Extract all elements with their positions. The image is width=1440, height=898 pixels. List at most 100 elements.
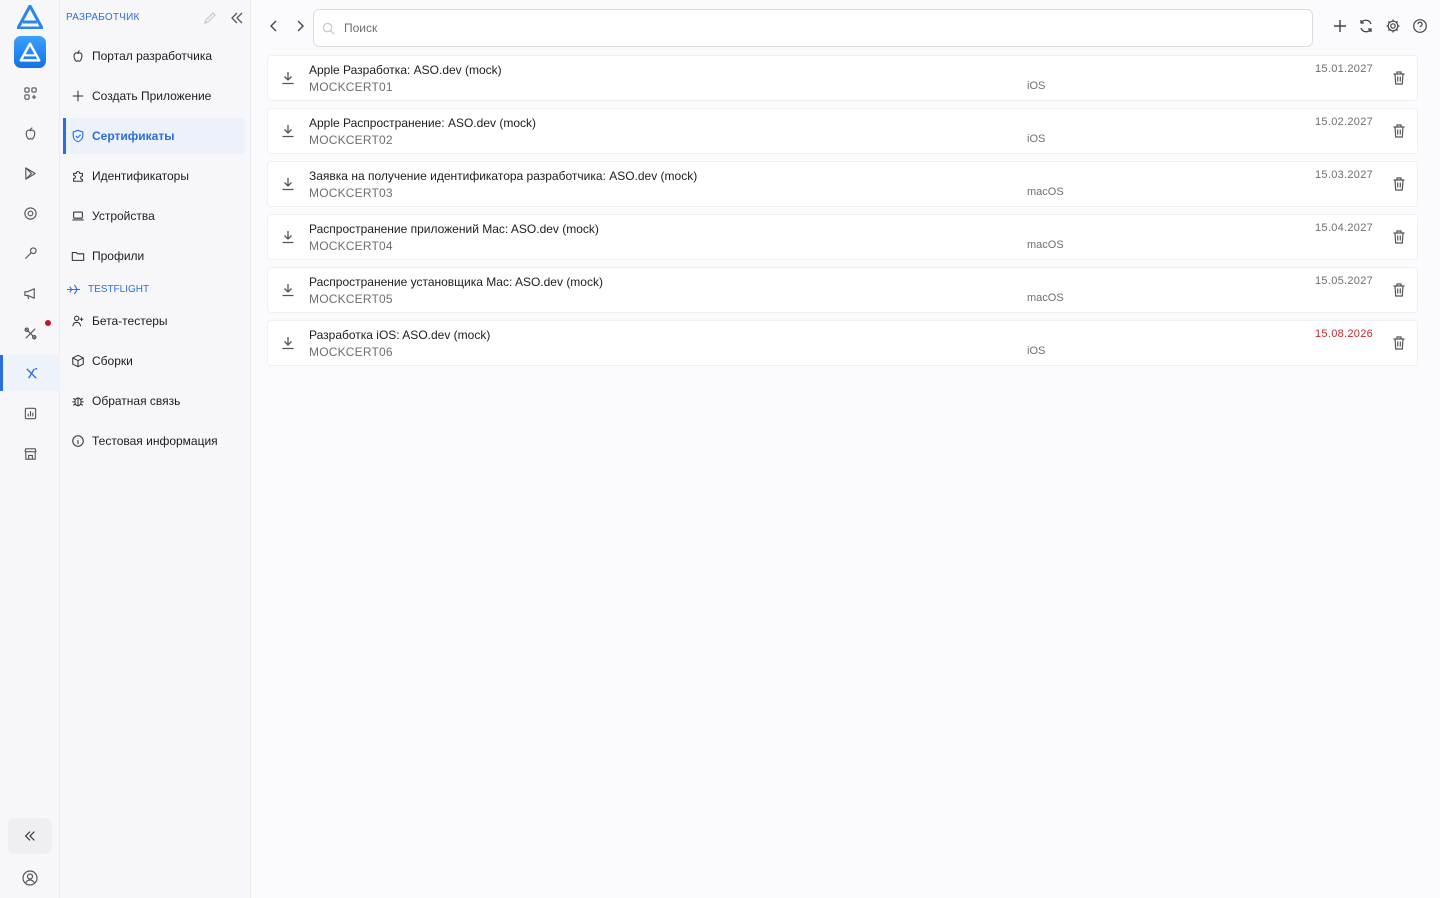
top-bar (251, 0, 1440, 56)
sidebar-item-label: Создать Приложение (92, 89, 212, 103)
certificate-expiry: 15.04.2027 (1315, 222, 1374, 234)
info-icon (72, 435, 84, 447)
apple-icon (73, 50, 83, 62)
certificate-row[interactable]: Apple Распространение: ASO.dev (mock) MO… (267, 108, 1418, 154)
search-input[interactable] (344, 21, 1312, 35)
airplane-icon (67, 284, 80, 295)
sidebar-item-label: Портал разработчика (92, 49, 213, 63)
analytics-icon (24, 407, 36, 419)
rail-tools-button[interactable] (0, 315, 60, 351)
rail-apps-button[interactable] (0, 75, 60, 111)
search-bar[interactable] (313, 9, 1313, 47)
sidebar-item-label: Сертификаты (92, 129, 175, 143)
certificate-serial: MOCKCERT05 (309, 292, 393, 306)
certificate-name: Apple Разработка: ASO.dev (mock) (309, 63, 502, 77)
certificate-row[interactable]: Распространение приложений Mac: ASO.dev … (267, 214, 1418, 260)
download-icon[interactable] (280, 123, 296, 139)
developer-sidebar: РАЗРАБОТЧИК Портал разработчика Создать … (60, 0, 251, 898)
certificate-name: Заявка на получение идентификатора разра… (309, 169, 698, 183)
rail-apple-button[interactable] (0, 115, 60, 151)
certificate-expiry: 15.02.2027 (1315, 116, 1374, 128)
sidebar-item-label: Устройства (92, 209, 155, 223)
certificate-name: Разработка iOS: ASO.dev (mock) (309, 328, 491, 342)
download-icon[interactable] (280, 229, 296, 245)
certificate-row[interactable]: Распространение установщика Mac: ASO.dev… (267, 267, 1418, 313)
apps-grid-icon (23, 86, 37, 100)
current-app-icon[interactable] (14, 36, 46, 68)
rail-play-button[interactable] (0, 155, 60, 191)
certificate-serial: MOCKCERT01 (309, 80, 393, 94)
sidebar-item-label: Бета-тестеры (92, 314, 168, 328)
trash-icon[interactable] (1392, 123, 1406, 139)
trash-icon[interactable] (1392, 176, 1406, 192)
certificate-platform: iOS (1027, 345, 1046, 357)
download-icon[interactable] (280, 335, 296, 351)
settings-gear-icon[interactable] (1385, 18, 1401, 34)
certificate-expiry: 15.01.2027 (1315, 63, 1374, 75)
sidebar-item-devices[interactable]: Устройства (63, 198, 245, 234)
back-chevron-icon[interactable] (266, 18, 282, 34)
sidebar-item-feedback[interactable]: Обратная связь (63, 383, 245, 419)
add-user-icon (72, 315, 84, 327)
trash-icon[interactable] (1392, 70, 1406, 86)
shield-check-icon (72, 129, 84, 143)
help-icon[interactable] (1412, 18, 1428, 34)
sidebar-item-builds[interactable]: Сборки (63, 343, 245, 379)
certificate-row[interactable]: Apple Разработка: ASO.dev (mock) MOCKCER… (267, 55, 1418, 101)
play-store-icon (24, 166, 36, 180)
apple-icon (25, 126, 35, 140)
puzzle-icon (73, 171, 83, 182)
trash-icon[interactable] (1392, 229, 1406, 245)
notification-dot (45, 320, 51, 326)
rail-collapse-button[interactable] (8, 818, 52, 854)
sidebar-item-developer-portal[interactable]: Портал разработчика (63, 38, 245, 74)
sidebar-item-beta-testers[interactable]: Бета-тестеры (63, 303, 245, 339)
download-icon[interactable] (280, 282, 296, 298)
plus-icon (72, 90, 84, 102)
sidebar-item-create-app[interactable]: Создать Приложение (63, 78, 245, 114)
certificate-serial: MOCKCERT04 (309, 239, 393, 253)
sidebar-item-identifiers[interactable]: Идентификаторы (63, 158, 245, 194)
rail-marketing-button[interactable] (0, 275, 60, 311)
refresh-icon[interactable] (1358, 18, 1374, 34)
add-icon[interactable] (1332, 18, 1348, 34)
rail-monitor-button[interactable] (0, 195, 60, 231)
sidebar-collapse-icon[interactable] (229, 10, 245, 26)
trash-icon[interactable] (1392, 335, 1406, 351)
certificate-row[interactable]: Заявка на получение идентификатора разра… (267, 161, 1418, 207)
sidebar-item-profiles[interactable]: Профили (63, 238, 245, 274)
app-logo-icon[interactable] (17, 5, 43, 29)
laptop-icon (72, 211, 84, 221)
edit-pencil-icon[interactable] (203, 11, 217, 25)
sidebar-item-label: Идентификаторы (92, 169, 189, 183)
wrench-icon (24, 246, 37, 259)
certificate-name: Распространение установщика Mac: ASO.dev… (309, 275, 603, 289)
sidebar-item-certificates[interactable]: Сертификаты (63, 118, 245, 154)
rail-developer-button[interactable] (0, 355, 60, 391)
download-icon[interactable] (280, 176, 296, 192)
folder-icon (71, 251, 85, 261)
rail-store-button[interactable] (0, 435, 60, 471)
trash-icon[interactable] (1392, 282, 1406, 298)
certificate-serial: MOCKCERT06 (309, 345, 393, 359)
forward-chevron-icon[interactable] (292, 18, 308, 34)
certificate-platform: iOS (1027, 80, 1046, 92)
certificate-expiry: 15.05.2027 (1315, 275, 1374, 287)
user-account-icon[interactable] (21, 869, 39, 887)
icon-rail (0, 0, 60, 898)
sidebar-item-label: Обратная связь (92, 394, 181, 408)
certificate-serial: MOCKCERT03 (309, 186, 393, 200)
box-icon (72, 354, 84, 368)
certificate-serial: MOCKCERT02 (309, 133, 393, 147)
certificate-platform: macOS (1027, 186, 1064, 198)
certificate-platform: iOS (1027, 133, 1046, 145)
eye-icon (23, 206, 37, 220)
sidebar-item-test-info[interactable]: Тестовая информация (63, 423, 245, 459)
certificate-name: Apple Распространение: ASO.dev (mock) (309, 116, 536, 130)
megaphone-icon (23, 287, 35, 299)
rail-keywords-button[interactable] (0, 235, 60, 271)
store-icon (23, 447, 37, 460)
rail-analytics-button[interactable] (0, 395, 60, 431)
download-icon[interactable] (280, 70, 296, 86)
certificate-row[interactable]: Разработка iOS: ASO.dev (mock) MOCKCERT0… (267, 320, 1418, 366)
